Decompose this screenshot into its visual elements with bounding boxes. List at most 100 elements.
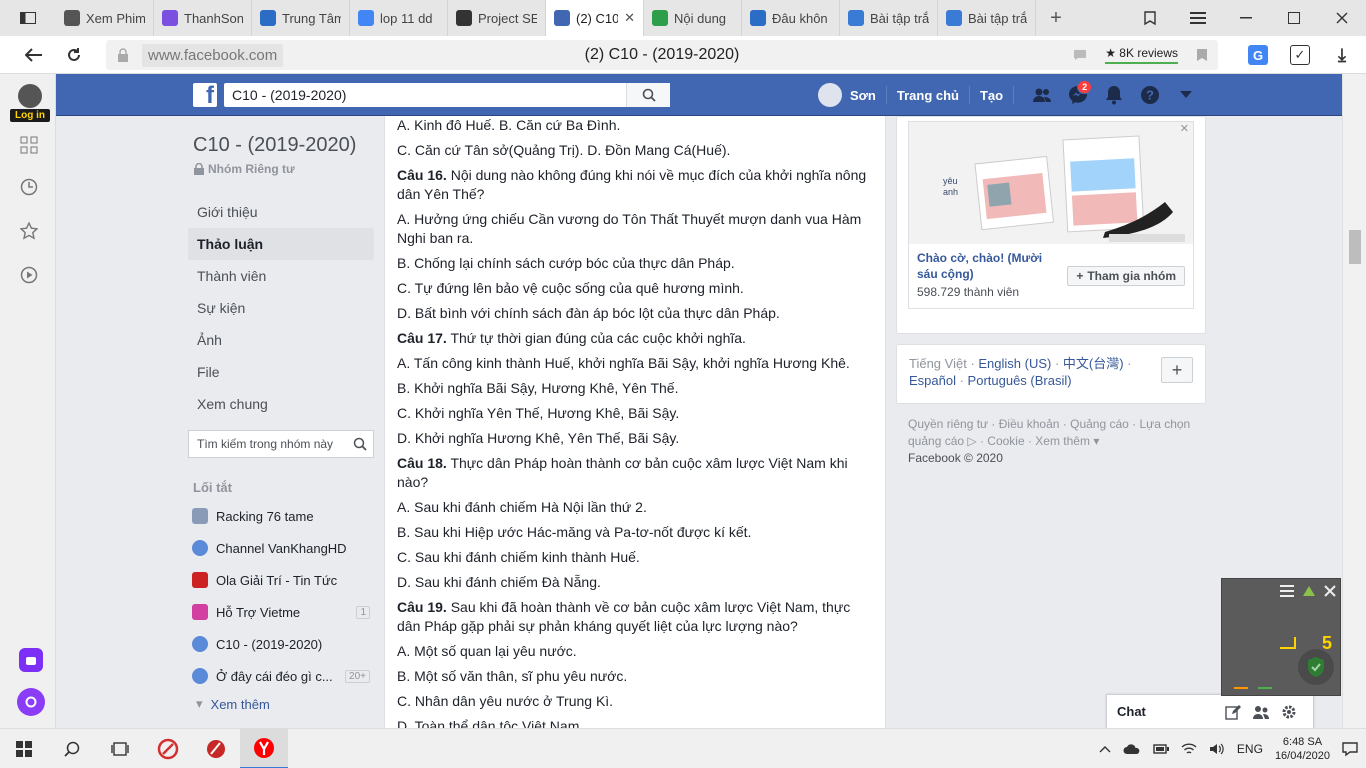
menu-button[interactable] bbox=[1174, 0, 1222, 36]
translate-icon[interactable]: G bbox=[1248, 45, 1268, 65]
history-icon[interactable] bbox=[18, 176, 40, 198]
chat-settings-button[interactable] bbox=[1275, 704, 1303, 720]
see-more-link[interactable]: ▾ Xem thêm bbox=[188, 692, 374, 716]
search-icon[interactable] bbox=[347, 437, 373, 451]
task-view-button[interactable] bbox=[96, 729, 144, 768]
taskbar-search-button[interactable] bbox=[48, 729, 96, 768]
clock[interactable]: 6:48 SA 16/04/2020 bbox=[1275, 735, 1330, 763]
group-menu-item[interactable]: Giới thiệu bbox=[188, 196, 374, 228]
group-menu-item[interactable]: Ảnh bbox=[188, 324, 374, 356]
footer-links[interactable]: Quyền riêng tư · Điều khoản · Quảng cáo … bbox=[896, 416, 1206, 450]
browser-tab[interactable]: Bài tập trắ bbox=[840, 0, 938, 36]
close-icon[interactable] bbox=[1324, 585, 1336, 597]
browser-tab[interactable]: Xem Phim bbox=[56, 0, 154, 36]
language-link[interactable]: Português (Brasil) bbox=[968, 373, 1072, 388]
shortcut-item[interactable]: Racking 76 tame bbox=[188, 500, 374, 532]
browser-tab[interactable]: lop 11 dd bbox=[350, 0, 448, 36]
language-link[interactable]: English (US) bbox=[978, 356, 1051, 371]
messenger-button[interactable]: 2 bbox=[1060, 74, 1096, 116]
new-message-button[interactable] bbox=[1219, 704, 1247, 720]
battery-icon[interactable] bbox=[1153, 743, 1169, 755]
play-icon[interactable] bbox=[18, 264, 40, 286]
scrollbar-thumb[interactable] bbox=[1349, 230, 1361, 264]
hamburger-icon[interactable] bbox=[1280, 585, 1294, 597]
group-menu-item[interactable]: File bbox=[188, 356, 374, 388]
shortcut-item[interactable]: Channel VanKhangHD bbox=[188, 532, 374, 564]
start-button[interactable] bbox=[0, 729, 48, 768]
alice-assistant-icon[interactable] bbox=[17, 688, 45, 716]
reviews-badge[interactable]: ★ 8K reviews bbox=[1105, 46, 1178, 64]
help-button[interactable]: ? bbox=[1132, 74, 1168, 116]
browser-tab[interactable]: (2) C10 ✕ bbox=[546, 0, 644, 36]
chat-translate-icon[interactable]: ✓ bbox=[1290, 45, 1310, 65]
sidebar-toggle-button[interactable] bbox=[0, 0, 56, 36]
triangle-up-icon[interactable] bbox=[1302, 585, 1316, 597]
facebook-search-input[interactable]: C10 - (2019-2020) bbox=[224, 87, 626, 103]
suggested-group-title[interactable]: Chào cờ, chào! (Mười sáu cộng) bbox=[917, 250, 1047, 282]
language-link[interactable]: Español bbox=[909, 373, 956, 388]
user-profile-link[interactable]: Sơn bbox=[850, 88, 876, 103]
chat-bubble-icon[interactable] bbox=[1073, 49, 1087, 61]
yandex-browser-button[interactable] bbox=[240, 728, 288, 768]
group-search-input[interactable]: Tìm kiếm trong nhóm này bbox=[189, 437, 347, 451]
group-title[interactable]: C10 - (2019-2020) bbox=[193, 134, 356, 157]
notifications-button[interactable] bbox=[1096, 74, 1132, 116]
volume-icon[interactable] bbox=[1209, 742, 1225, 756]
browser-tab[interactable]: Đâu khôn bbox=[742, 0, 840, 36]
account-menu-button[interactable] bbox=[1168, 74, 1204, 116]
input-language[interactable]: ENG bbox=[1237, 742, 1263, 756]
bookmarks-button[interactable] bbox=[1126, 0, 1174, 36]
browser-tab[interactable]: Nội dung bbox=[644, 0, 742, 36]
taskbar-app-button[interactable] bbox=[144, 729, 192, 768]
bookmark-icon[interactable] bbox=[1196, 48, 1208, 62]
close-tab-icon[interactable]: ✕ bbox=[624, 10, 635, 26]
login-button[interactable]: Log in bbox=[10, 84, 50, 122]
url-text[interactable]: www.facebook.com bbox=[142, 43, 284, 67]
chevron-up-icon[interactable] bbox=[1099, 745, 1111, 753]
back-button[interactable] bbox=[14, 36, 54, 74]
friend-requests-button[interactable] bbox=[1024, 74, 1060, 116]
shield-icon[interactable] bbox=[1298, 649, 1334, 685]
browser-tab[interactable]: Trung Tâm bbox=[252, 0, 350, 36]
shortcut-item[interactable]: Hỗ Trợ Vietme 1 bbox=[188, 596, 374, 628]
group-search-box[interactable]: Tìm kiếm trong nhóm này bbox=[188, 430, 374, 458]
group-menu-item[interactable]: Xem chung bbox=[188, 388, 374, 420]
user-avatar[interactable] bbox=[818, 83, 842, 107]
browser-tab[interactable]: ThanhSon bbox=[154, 0, 252, 36]
taskbar-app-button[interactable] bbox=[192, 729, 240, 768]
cloud-icon[interactable] bbox=[1123, 743, 1141, 755]
browser-tab[interactable]: Bài tập trắ bbox=[938, 0, 1036, 36]
wifi-icon[interactable] bbox=[1181, 742, 1197, 756]
maximize-button[interactable] bbox=[1270, 0, 1318, 36]
create-link[interactable]: Tạo bbox=[980, 88, 1003, 103]
reload-button[interactable] bbox=[54, 36, 94, 74]
omnibox[interactable]: www.facebook.com (2) C10 - (2019-2020) ★… bbox=[106, 40, 1218, 70]
shortcut-item[interactable]: C10 - (2019-2020) bbox=[188, 628, 374, 660]
notifications-icon[interactable] bbox=[1342, 741, 1358, 757]
group-menu-item[interactable]: Thành viên bbox=[188, 260, 374, 292]
suggested-group-cover-image[interactable]: yêu anh bbox=[909, 122, 1193, 244]
new-tab-button[interactable]: + bbox=[1036, 0, 1076, 36]
close-icon[interactable]: ✕ bbox=[1180, 122, 1189, 135]
browser-tab[interactable]: Project SE bbox=[448, 0, 546, 36]
star-icon[interactable] bbox=[18, 220, 40, 242]
home-link[interactable]: Trang chủ bbox=[897, 88, 959, 103]
chat-label[interactable]: Chat bbox=[1117, 704, 1219, 719]
download-icon[interactable]: ⤓ bbox=[1332, 45, 1352, 65]
close-window-button[interactable] bbox=[1318, 0, 1366, 36]
page-scrollbar[interactable] bbox=[1342, 74, 1366, 728]
new-group-button[interactable] bbox=[1247, 704, 1275, 720]
lock-icon[interactable] bbox=[110, 42, 136, 68]
join-group-button[interactable]: + Tham gia nhóm bbox=[1067, 266, 1185, 286]
shortcut-item[interactable]: Ola Giải Trí - Tin Tức bbox=[188, 564, 374, 596]
facebook-search-button[interactable] bbox=[626, 83, 670, 107]
shortcut-item[interactable]: Ở đây cái đéo gì c... 20+ bbox=[188, 660, 374, 692]
chat-bar[interactable]: Chat bbox=[1106, 694, 1314, 728]
facebook-logo-icon[interactable]: f bbox=[193, 83, 217, 107]
group-menu-item[interactable]: Sự kiện bbox=[188, 292, 374, 324]
group-menu-item[interactable]: Thảo luận bbox=[188, 228, 374, 260]
minimize-button[interactable] bbox=[1222, 0, 1270, 36]
facebook-search-box[interactable]: C10 - (2019-2020) bbox=[224, 83, 670, 107]
language-link[interactable]: 中文(台灣) bbox=[1063, 356, 1124, 371]
apps-grid-icon[interactable] bbox=[18, 134, 40, 156]
